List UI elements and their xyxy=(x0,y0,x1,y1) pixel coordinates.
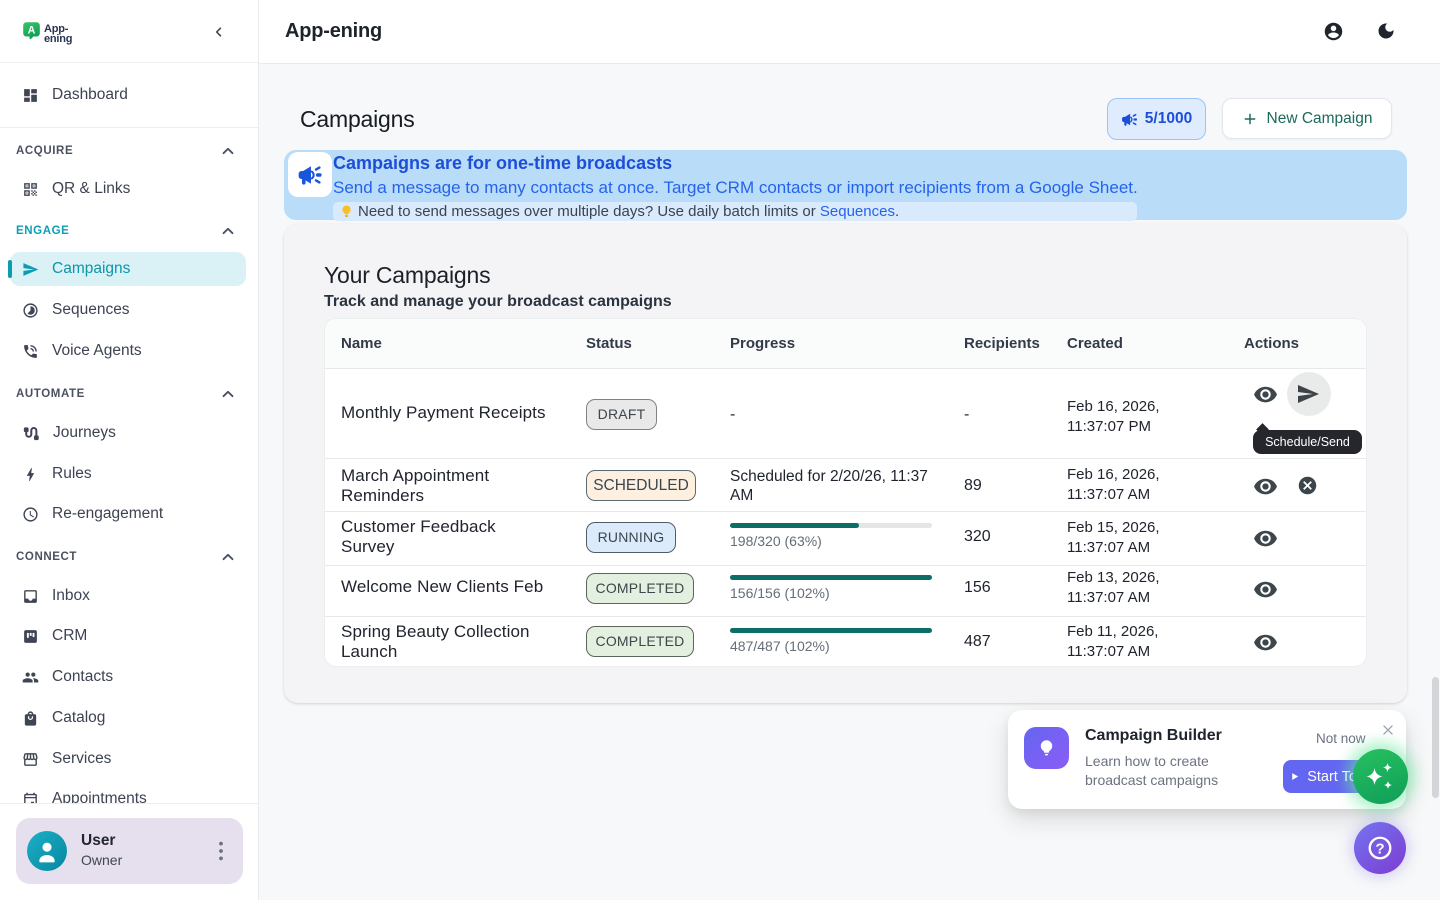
svg-text:?: ? xyxy=(1375,840,1384,857)
svg-text:A: A xyxy=(28,24,36,36)
